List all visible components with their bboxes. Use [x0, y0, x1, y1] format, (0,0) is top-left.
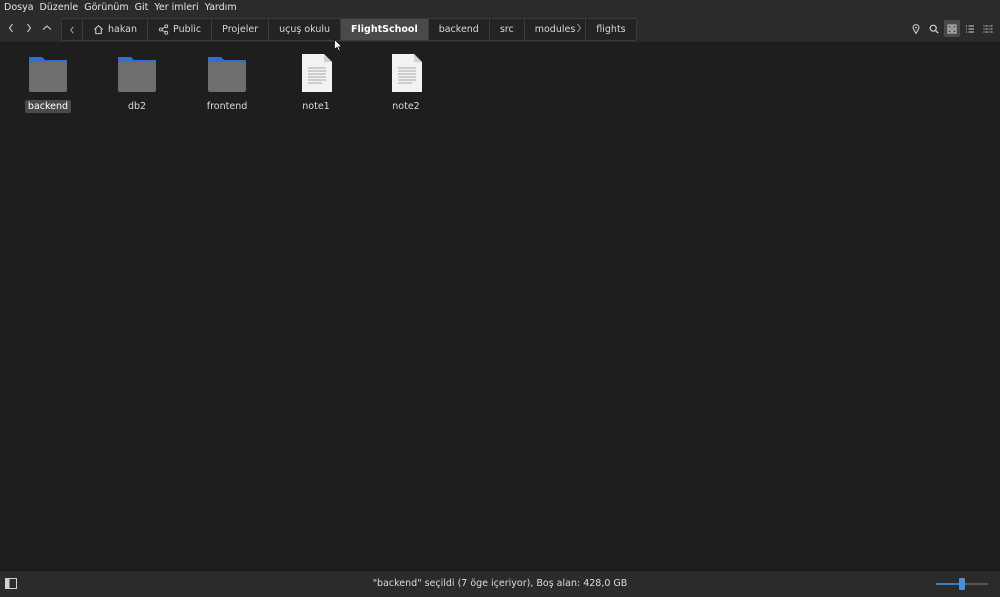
file-item[interactable]: backend — [13, 52, 83, 113]
menubar: Dosya Düzenle Görünüm Git Yer imleri Yar… — [0, 0, 1000, 15]
status-text: "backend" seçildi (7 öge içeriyor), Boş … — [372, 578, 628, 589]
chevron-left-icon — [8, 23, 13, 33]
path-scroll-left-button[interactable] — [62, 19, 83, 40]
menu-file[interactable]: Dosya — [0, 0, 37, 15]
file-item[interactable]: db2 — [102, 52, 172, 113]
home-icon — [94, 24, 103, 35]
location-toggle-button[interactable] — [908, 20, 924, 37]
chevron-right-icon — [27, 23, 32, 33]
file-name: db2 — [127, 101, 147, 112]
menu-bookmarks[interactable]: Yer imleri — [151, 0, 201, 15]
crumb-projeler[interactable]: Projeler — [212, 19, 270, 40]
crumb-ucus-okulu[interactable]: uçuş okulu — [269, 19, 342, 40]
crumb-home[interactable]: hakan — [83, 19, 149, 40]
crumb-src[interactable]: src — [490, 19, 525, 40]
crumb-label: hakan — [108, 24, 138, 35]
menu-help[interactable]: Yardım — [202, 0, 240, 15]
icon-view-button[interactable] — [944, 20, 960, 37]
path-bar: hakan Public Projeler uçuş okulu FlightS… — [61, 18, 637, 41]
text-file-icon — [385, 52, 427, 94]
location-pin-icon — [912, 23, 920, 34]
file-item[interactable]: note1 — [281, 52, 351, 113]
compact-list-icon — [983, 24, 993, 33]
path-scroll-right-icon[interactable] — [574, 23, 584, 33]
folder-icon — [206, 52, 248, 94]
crumb-flightschool[interactable]: FlightSchool — [341, 19, 429, 40]
list-view-button[interactable] — [962, 20, 978, 37]
file-view[interactable]: backend db2 frontend note1 note2 — [0, 42, 1000, 570]
chevron-left-icon — [70, 26, 74, 33]
crumb-flights[interactable]: flights — [586, 19, 635, 40]
menu-edit[interactable]: Düzenle — [37, 0, 82, 15]
grid-icon — [947, 24, 957, 34]
file-name: note2 — [392, 101, 420, 112]
toolbar: hakan Public Projeler uçuş okulu FlightS… — [0, 15, 1000, 43]
file-item[interactable]: frontend — [192, 52, 262, 113]
menu-go[interactable]: Git — [132, 0, 152, 15]
file-name: note1 — [302, 101, 330, 112]
chevron-up-icon — [42, 25, 52, 30]
status-bar: "backend" seçildi (7 öge içeriyor), Boş … — [0, 570, 1000, 597]
forward-button[interactable] — [21, 19, 37, 37]
crumb-public[interactable]: Public — [148, 19, 213, 40]
mouse-cursor-icon — [334, 39, 343, 52]
file-name: backend — [24, 100, 72, 113]
up-button[interactable] — [39, 19, 55, 37]
crumb-label: Public — [173, 24, 202, 35]
zoom-slider[interactable] — [936, 578, 988, 590]
search-button[interactable] — [926, 20, 942, 37]
zoom-slider-handle[interactable] — [959, 578, 965, 590]
text-file-icon — [295, 52, 337, 94]
share-icon — [158, 24, 169, 35]
compact-view-button[interactable] — [980, 20, 996, 37]
menu-view[interactable]: Görünüm — [81, 0, 131, 15]
folder-icon — [116, 52, 158, 94]
crumb-backend[interactable]: backend — [429, 19, 490, 40]
file-name: frontend — [206, 101, 248, 112]
search-icon — [929, 24, 939, 34]
list-icon — [966, 24, 974, 33]
back-button[interactable] — [3, 19, 19, 37]
file-item[interactable]: note2 — [371, 52, 441, 113]
folder-icon — [27, 52, 69, 94]
